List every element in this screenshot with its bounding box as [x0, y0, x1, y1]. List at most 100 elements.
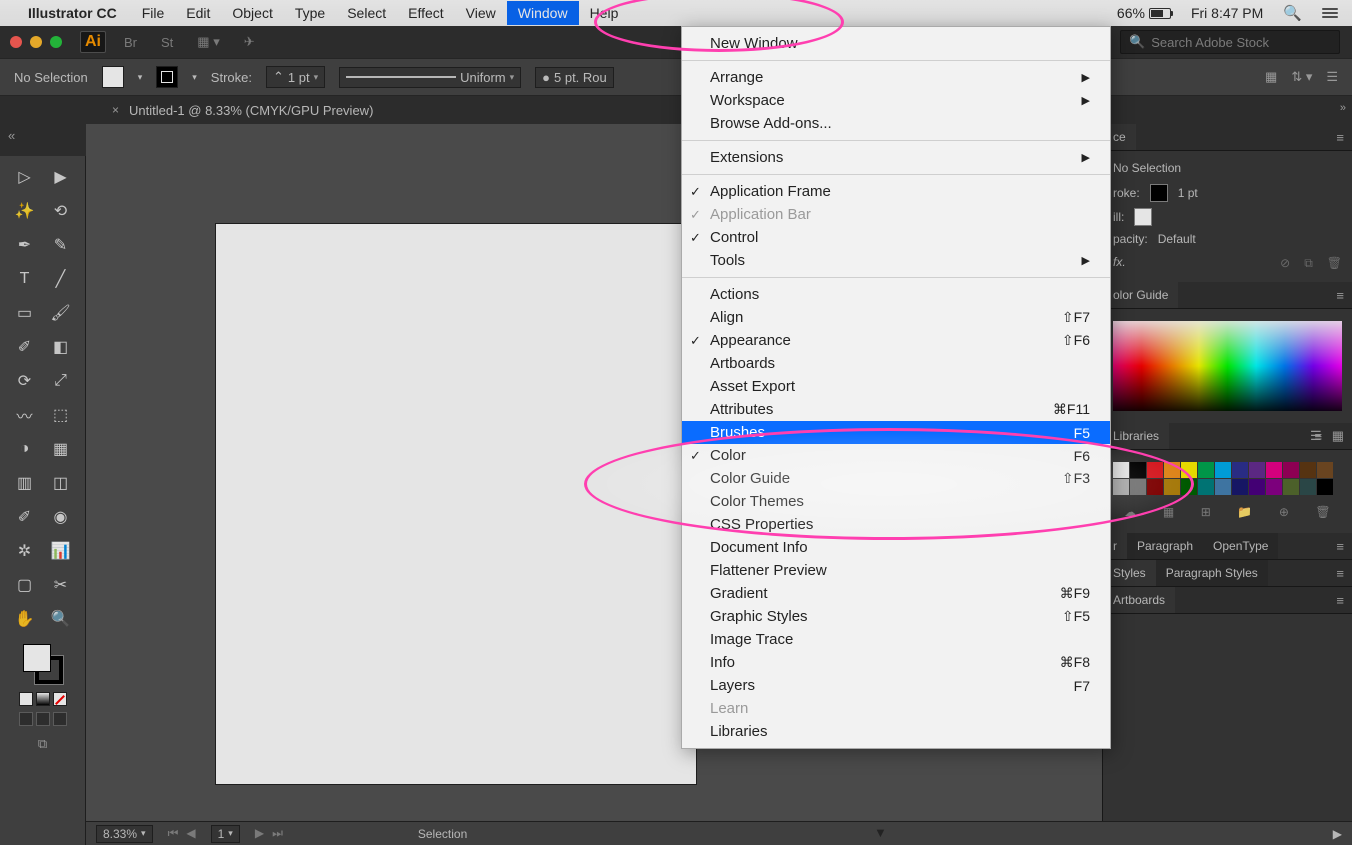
width-tool-icon[interactable]: 〰 — [9, 400, 41, 430]
libraries-tab[interactable]: Libraries≡ ☰ ▦ — [1103, 423, 1352, 450]
swatch[interactable] — [1300, 462, 1316, 478]
menu-item-extensions[interactable]: Extensions▶ — [682, 146, 1110, 169]
swatch[interactable] — [1181, 479, 1197, 495]
swatch[interactable] — [1113, 462, 1129, 478]
menu-item-actions[interactable]: Actions — [682, 283, 1110, 306]
props-stroke-val[interactable]: 1 pt — [1178, 186, 1198, 200]
zoom-tool-icon[interactable]: 🔍 — [45, 604, 77, 634]
swatch[interactable] — [1266, 462, 1282, 478]
status-more-icon[interactable]: ▶ — [1333, 827, 1342, 841]
menu-file[interactable]: File — [131, 1, 176, 25]
panel-menu-icon[interactable]: ≡ — [1328, 589, 1352, 612]
paintbrush-tool-icon[interactable]: 🖌 — [45, 298, 77, 328]
menu-item-color[interactable]: ✓ColorF6 — [682, 444, 1110, 467]
menu-help[interactable]: Help — [579, 1, 630, 25]
maximize-icon[interactable] — [50, 36, 62, 48]
menu-item-application-frame[interactable]: ✓Application Frame — [682, 180, 1110, 203]
stroke-dd-icon[interactable]: ▾ — [192, 72, 197, 83]
artboard[interactable] — [216, 224, 696, 784]
swatch-grid[interactable] — [1113, 458, 1342, 499]
swatch[interactable] — [1130, 462, 1146, 478]
stroke-weight-input[interactable]: ⌃1 pt▾ — [266, 66, 325, 88]
menu-item-gradient[interactable]: Gradient⌘F9 — [682, 582, 1110, 605]
menu-item-layers[interactable]: LayersF7 — [682, 674, 1110, 697]
stroke-swatch[interactable] — [156, 66, 178, 88]
close-icon[interactable] — [10, 36, 22, 48]
blend-tool-icon[interactable]: ◉ — [45, 502, 77, 532]
menu-item-appearance[interactable]: ✓Appearance⇧F6 — [682, 329, 1110, 352]
menu-item-color-themes[interactable]: Color Themes — [682, 490, 1110, 513]
menu-object[interactable]: Object — [221, 1, 283, 25]
fill-swatch[interactable] — [102, 66, 124, 88]
scale-tool-icon[interactable]: ⤢ — [45, 366, 77, 396]
swatch[interactable] — [1300, 479, 1316, 495]
menu-select[interactable]: Select — [336, 1, 397, 25]
slice-tool-icon[interactable]: ✂ — [45, 570, 77, 600]
swatch[interactable] — [1249, 462, 1265, 478]
swatch[interactable] — [1113, 479, 1129, 495]
swatch[interactable] — [1164, 462, 1180, 478]
tab-para-styles[interactable]: Paragraph Styles — [1156, 560, 1268, 586]
menu-item-brushes[interactable]: BrushesF5 — [682, 421, 1110, 444]
lasso-tool-icon[interactable]: ⟲ — [45, 196, 77, 226]
arrange-docs-icon[interactable]: ▦ ▾ — [191, 31, 225, 53]
menu-item-new-window[interactable]: New Window — [682, 32, 1110, 55]
swatch[interactable] — [1249, 479, 1265, 495]
swatch[interactable] — [1215, 462, 1231, 478]
rotate-tool-icon[interactable]: ⟳ — [9, 366, 41, 396]
shape-builder-tool-icon[interactable]: ◑ — [9, 434, 41, 464]
menu-window[interactable]: Window — [507, 1, 579, 25]
collapse-panels-icon[interactable]: » — [1340, 102, 1346, 114]
props-stroke-swatch[interactable] — [1150, 184, 1168, 202]
stroke-profile[interactable]: Uniform▾ — [339, 67, 521, 88]
menu-effect[interactable]: Effect — [397, 1, 455, 25]
bridge-icon[interactable]: Br — [118, 32, 143, 53]
stroke-label[interactable]: Stroke: — [211, 70, 252, 85]
menu-item-browse-add-ons-[interactable]: Browse Add-ons... — [682, 112, 1110, 135]
menu-item-asset-export[interactable]: Asset Export — [682, 375, 1110, 398]
brush-def[interactable]: ●5 pt. Rou — [535, 67, 614, 88]
panel-menu-icon[interactable]: ≡ — [1328, 562, 1352, 585]
menu-type[interactable]: Type — [284, 1, 336, 25]
menu-item-align[interactable]: Align⇧F7 — [682, 306, 1110, 329]
pref-icon[interactable]: ☰ — [1326, 69, 1338, 85]
swatch[interactable] — [1198, 479, 1214, 495]
clock[interactable]: Fri 8:47 PM — [1191, 5, 1263, 21]
panel-menu-icon[interactable]: ≡ — [1328, 535, 1352, 558]
panel-menu-icon[interactable]: ≡ — [1328, 284, 1352, 307]
eraser-tool-icon[interactable]: ◧ — [45, 332, 77, 362]
no-icon[interactable]: ⊘ — [1280, 256, 1290, 271]
panel-menu-icon[interactable]: ≡ — [1328, 126, 1352, 149]
gradient-tool-icon[interactable]: ◫ — [45, 468, 77, 498]
menu-item-workspace[interactable]: Workspace▶ — [682, 89, 1110, 112]
free-transform-tool-icon[interactable]: ⬚ — [45, 400, 77, 430]
swatch-opts-icon[interactable]: ⊞ — [1201, 505, 1211, 519]
artboards-tab[interactable]: Artboards≡ — [1103, 587, 1352, 614]
swatch[interactable] — [1215, 479, 1231, 495]
artboard-nav[interactable]: ⏮◀ — [165, 826, 199, 841]
screen-mode-icon[interactable]: ⧉ — [38, 736, 47, 752]
notification-center-icon[interactable] — [1322, 8, 1338, 18]
menu-item-image-trace[interactable]: Image Trace — [682, 628, 1110, 651]
symbol-sprayer-tool-icon[interactable]: ✲ — [9, 536, 41, 566]
document-tab[interactable]: × Untitled-1 @ 8.33% (CMYK/GPU Preview) — [100, 98, 385, 123]
color-spectrum[interactable] — [1113, 321, 1342, 411]
new-group-icon[interactable]: 📁 — [1237, 505, 1252, 519]
menu-item-arrange[interactable]: Arrange▶ — [682, 66, 1110, 89]
swatch[interactable] — [1266, 479, 1282, 495]
app-name[interactable]: Illustrator CC — [28, 5, 117, 21]
minimize-icon[interactable] — [30, 36, 42, 48]
stock-icon[interactable]: St — [155, 32, 179, 53]
swatch[interactable] — [1164, 479, 1180, 495]
fx-icon[interactable]: fx. — [1113, 255, 1126, 269]
swatch-libs-icon[interactable]: ☁ — [1124, 505, 1136, 519]
menu-item-color-guide[interactable]: Color Guide⇧F3 — [682, 467, 1110, 490]
menu-item-control[interactable]: ✓Control — [682, 226, 1110, 249]
swatch[interactable] — [1283, 462, 1299, 478]
menu-item-css-properties[interactable]: CSS Properties — [682, 513, 1110, 536]
swatch-kind-icon[interactable]: ▦ — [1163, 505, 1174, 519]
tab-opentype[interactable]: OpenType — [1203, 533, 1278, 559]
menu-view[interactable]: View — [455, 1, 507, 25]
curvature-tool-icon[interactable]: ✎ — [45, 230, 77, 260]
hand-tool-icon[interactable]: ✋ — [9, 604, 41, 634]
